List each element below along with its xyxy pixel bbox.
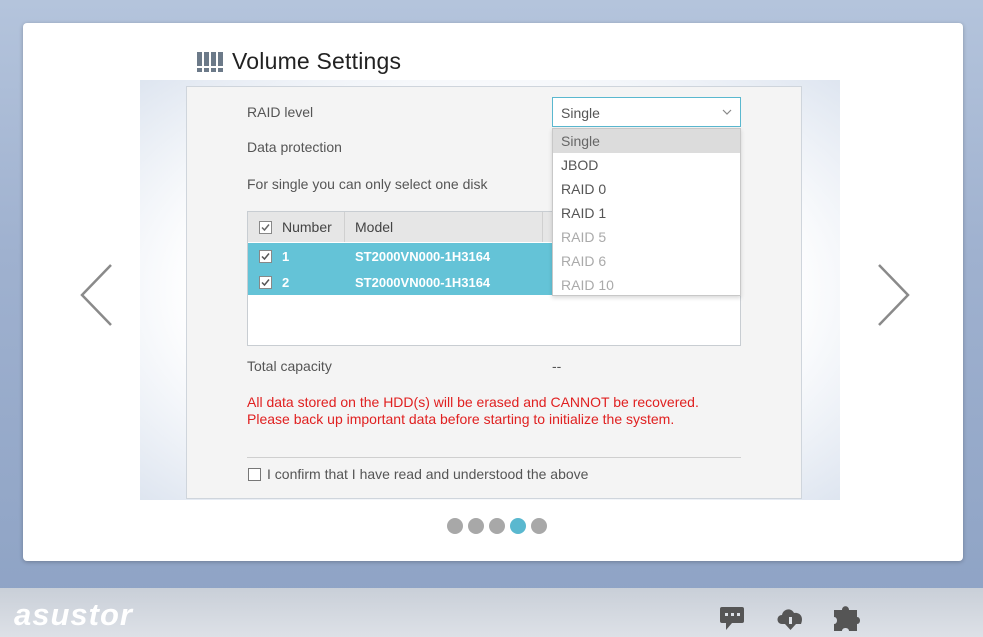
step-dot-active[interactable] — [510, 518, 526, 534]
row-model: ST2000VN000-1H3164 — [355, 274, 491, 290]
row-checkbox[interactable] — [258, 249, 272, 263]
warning-line-2: Please back up important data before sta… — [247, 411, 675, 427]
previous-arrow-icon[interactable] — [78, 260, 118, 330]
total-capacity-label: Total capacity — [247, 358, 332, 374]
row-check-cell — [248, 275, 282, 289]
step-dot[interactable] — [489, 518, 505, 534]
chevron-down-icon — [722, 109, 732, 115]
raid-option-raid5: RAID 5 — [561, 229, 607, 245]
title-row: Volume Settings — [196, 48, 401, 75]
raid-level-label: RAID level — [247, 104, 314, 120]
warning-line-1: All data stored on the HDD(s) will be er… — [247, 394, 699, 410]
page-title: Volume Settings — [232, 48, 402, 74]
raid-option-raid1[interactable]: RAID 1 — [553, 201, 740, 225]
raid-option-jbod[interactable]: JBOD — [553, 153, 740, 177]
row-check-cell — [248, 249, 282, 263]
row-number: 2 — [282, 274, 290, 290]
raid-option-raid10: RAID 10 — [561, 277, 614, 293]
checkmark-icon — [260, 278, 270, 286]
row-number: 1 — [282, 248, 290, 264]
number-column-header[interactable]: Number — [282, 212, 345, 242]
raid-option-raid6: RAID 6 — [561, 253, 607, 269]
raid-option-single[interactable]: Single — [553, 129, 740, 153]
data-protection-label: Data protection — [247, 139, 342, 155]
chat-icon[interactable] — [718, 604, 750, 632]
raid-option-raid0[interactable]: RAID 0 — [553, 177, 740, 201]
step-dot[interactable] — [468, 518, 484, 534]
model-column-header[interactable]: Model — [345, 212, 543, 242]
step-dot[interactable] — [531, 518, 547, 534]
select-all-checkbox[interactable] — [258, 220, 272, 234]
checkmark-icon — [260, 223, 270, 231]
confirm-label[interactable]: I confirm that I have read and understoo… — [267, 466, 588, 482]
step-dot[interactable] — [447, 518, 463, 534]
divider — [247, 457, 741, 458]
step-indicator — [447, 518, 547, 534]
confirm-checkbox[interactable] — [248, 467, 261, 481]
next-arrow-icon[interactable] — [872, 260, 912, 330]
raid-level-select[interactable]: Single — [552, 97, 741, 127]
asustor-logo: asustor — [14, 597, 133, 632]
puzzle-icon[interactable] — [830, 604, 862, 632]
raid-level-dropdown: Single JBOD RAID 0 RAID 1 RAID 5 RAID 6 … — [552, 128, 741, 296]
checkmark-icon — [260, 252, 270, 260]
single-disk-note: For single you can only select one disk — [247, 176, 488, 192]
select-all-cell — [248, 220, 282, 234]
row-model: ST2000VN000-1H3164 — [355, 248, 491, 264]
raid-level-select-value: Single — [561, 105, 600, 121]
erase-warning: All data stored on the HDD(s) will be er… — [247, 394, 699, 428]
disk-stack-icon — [197, 51, 223, 72]
total-capacity-value: -- — [552, 358, 562, 374]
confirm-row[interactable]: I confirm that I have read and understoo… — [248, 466, 588, 482]
row-checkbox[interactable] — [258, 275, 272, 289]
cloud-download-icon[interactable] — [774, 604, 806, 632]
